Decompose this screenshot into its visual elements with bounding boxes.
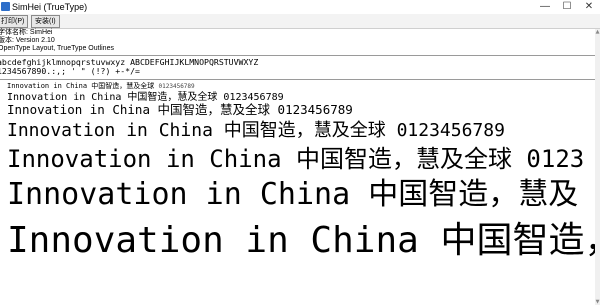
sample-line-12pt: Innovation in China 中国智造，慧及全球 0123456789	[7, 102, 353, 117]
toolbar: 打印(P) 安装(I)	[0, 14, 600, 29]
font-name-line: 字体名称: SimHei	[0, 29, 53, 36]
title-bar: SimHei (TrueType) — ☐ ✕	[0, 0, 600, 14]
font-info: 字体名称: SimHei 版本: Version 2.10 OpenType L…	[0, 29, 114, 53]
scroll-down-arrow-icon[interactable]: ▼	[595, 299, 600, 305]
sample-digits: 0123456789	[158, 83, 195, 90]
vertical-scrollbar[interactable]: ▲ ▼	[595, 29, 600, 305]
font-viewer-icon	[1, 2, 10, 11]
divider	[0, 55, 600, 56]
sample-line-36pt: Innovation in China 中国智造，慧及	[7, 177, 579, 212]
print-button[interactable]: 打印(P)	[0, 15, 29, 28]
sample-line-6pt: Innovation in China 中国智造，慧及全球 0123456789	[7, 81, 195, 92]
window-title: SimHei (TrueType)	[12, 2, 88, 12]
divider	[0, 79, 600, 80]
maximize-button[interactable]: ☐	[556, 0, 578, 14]
font-version-line: 版本: Version 2.10	[0, 37, 55, 44]
sample-line-48pt: Innovation in China 中国智造，	[7, 220, 600, 261]
sample-line-18pt: Innovation in China 中国智造，慧及全球 0123456789	[7, 120, 505, 141]
minimize-button[interactable]: —	[534, 0, 556, 14]
install-button[interactable]: 安装(I)	[31, 15, 60, 28]
font-type-line: OpenType Layout, TrueType Outlines	[0, 45, 114, 52]
sample-text: Innovation in China 中国智造，慧及全球	[7, 82, 155, 90]
sample-line-24pt: Innovation in China 中国智造，慧及全球 0123	[7, 145, 585, 173]
charset-line-digits: 1234567890.:,; ' " (!?) +-*/=	[0, 66, 140, 76]
scroll-up-arrow-icon[interactable]: ▲	[595, 29, 600, 35]
close-button[interactable]: ✕	[578, 0, 600, 14]
window-controls: — ☐ ✕	[534, 0, 600, 14]
